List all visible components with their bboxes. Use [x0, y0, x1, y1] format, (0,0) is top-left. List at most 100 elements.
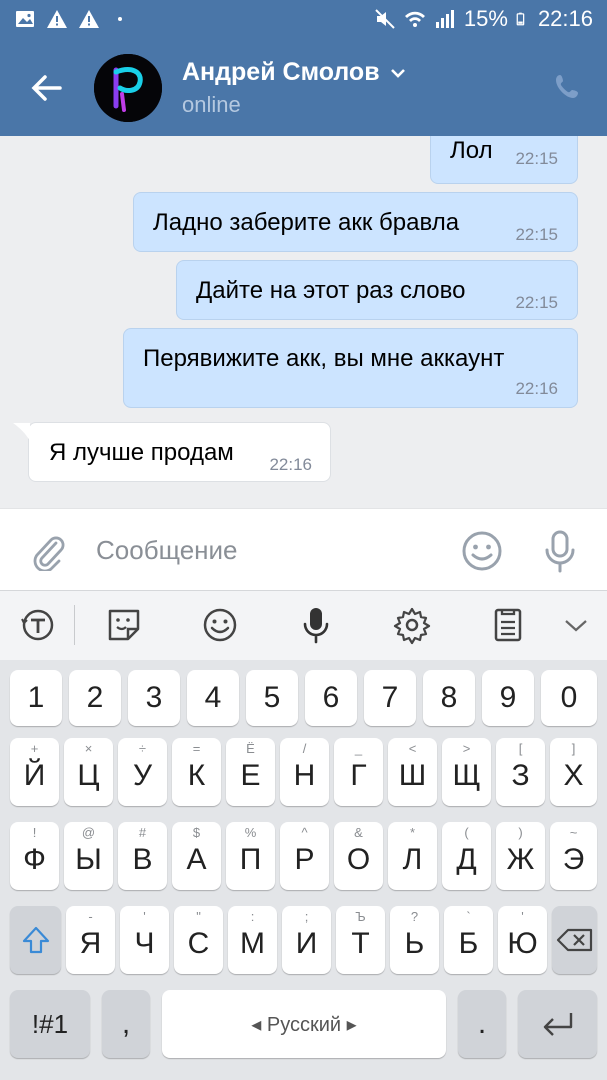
- key-letter[interactable]: ] Х: [550, 738, 597, 806]
- key-label: Ы: [75, 843, 102, 876]
- key-sub-label: ": [196, 909, 201, 924]
- key-letter[interactable]: ' Ю: [498, 906, 547, 974]
- message-bubble-incoming[interactable]: Я лучше продам 22:16: [13, 422, 331, 482]
- key-sub-label: @: [81, 825, 96, 840]
- contact-name[interactable]: Андрей Смолов: [182, 58, 406, 87]
- key-9[interactable]: 9: [482, 670, 534, 726]
- key-1[interactable]: 1: [10, 670, 62, 726]
- phone-call-icon[interactable]: [552, 72, 582, 102]
- key-letter[interactable]: * Л: [388, 822, 437, 890]
- key-letter[interactable]: [З: [496, 738, 545, 806]
- key-letter[interactable]: " С: [174, 906, 223, 974]
- key-letter[interactable]: ` Б: [444, 906, 493, 974]
- key-label: Х: [563, 759, 584, 792]
- key-letter[interactable]: ^ Р: [280, 822, 329, 890]
- key-label: П: [239, 843, 262, 876]
- attach-icon[interactable]: [28, 531, 68, 571]
- key-sub-label: &: [354, 825, 363, 840]
- clipboard-icon[interactable]: [488, 605, 528, 645]
- symbols-key[interactable]: !#1: [10, 990, 90, 1058]
- key-label: 2: [86, 681, 104, 714]
- key-0[interactable]: 0: [541, 670, 597, 726]
- message-text: Лол: [450, 137, 493, 164]
- battery-level: 15%: [463, 6, 508, 31]
- key-letter[interactable]: ЁЕ: [226, 738, 275, 806]
- key-label: Ч: [134, 927, 155, 960]
- signal-icon: [435, 10, 454, 28]
- key-5[interactable]: 5: [246, 670, 298, 726]
- enter-key[interactable]: [518, 990, 597, 1058]
- message-time: 22:15: [515, 293, 558, 312]
- key-label: Б: [458, 927, 479, 960]
- key-letter[interactable]: # В: [118, 822, 167, 890]
- avatar[interactable]: [94, 54, 162, 122]
- settings-gear-icon[interactable]: [392, 605, 432, 645]
- key-letter[interactable]: ~ Э: [550, 822, 597, 890]
- key-letter[interactable]: ' Ч: [120, 906, 169, 974]
- key-letter[interactable]: @ Ы: [64, 822, 113, 890]
- emoji-icon[interactable]: [200, 605, 240, 645]
- key-label: !#1: [31, 1008, 69, 1039]
- key-letter[interactable]: % П: [226, 822, 275, 890]
- key-2[interactable]: 2: [69, 670, 121, 726]
- key-sub-label: _: [354, 741, 363, 756]
- key-letter[interactable]: ÷ У: [118, 738, 167, 806]
- message-list[interactable]: Лол 22:15 Ладно заберите акк бравла 22:1…: [0, 136, 607, 508]
- key-letter[interactable]: ЪТ: [336, 906, 385, 974]
- chevron-down-icon[interactable]: [556, 605, 596, 645]
- back-arrow-icon[interactable]: [26, 68, 66, 108]
- key-letter[interactable]: × Ц: [64, 738, 113, 806]
- key-letter[interactable]: (Д: [442, 822, 491, 890]
- key-letter[interactable]: ; И: [282, 906, 331, 974]
- key-letter[interactable]: _ Г: [334, 738, 383, 806]
- status-bar: 15% 22:16: [0, 0, 607, 38]
- voice-input-icon[interactable]: [296, 605, 336, 645]
- key-label: И: [295, 927, 318, 960]
- key-letter[interactable]: > Щ: [442, 738, 491, 806]
- backspace-key[interactable]: [552, 906, 597, 974]
- emoji-icon[interactable]: [460, 529, 504, 573]
- key-letter[interactable]: < Ш: [388, 738, 437, 806]
- key-letter[interactable]: + Й: [10, 738, 59, 806]
- message-text: Ладно заберите акк бравла: [153, 209, 460, 236]
- message-bubble-outgoing[interactable]: Дайте на этот раз слово 22:15: [176, 260, 578, 320]
- key-letter[interactable]: -Я: [66, 906, 115, 974]
- key-letter[interactable]: = К: [172, 738, 221, 806]
- key-letter[interactable]: ! Ф: [10, 822, 59, 890]
- key-label: Д: [456, 843, 477, 876]
- key-label: Ц: [77, 759, 100, 792]
- key-sub-label: Ё: [246, 741, 255, 756]
- sticker-icon[interactable]: [104, 605, 144, 645]
- key-label: Ф: [23, 843, 46, 876]
- gallery-icon: [16, 11, 34, 27]
- onscreen-keyboard: 1 2 3 4 5 6 7 8 9 0 + Й × Ц ÷ У = К ЁЕ / Н _ Г…: [0, 660, 607, 1080]
- period-key[interactable]: .: [458, 990, 506, 1058]
- message-input[interactable]: Сообщение: [96, 535, 238, 566]
- microphone-icon[interactable]: [540, 529, 580, 573]
- message-bubble-outgoing[interactable]: Перявижите акк, вы мне аккаунт 22:16: [123, 328, 578, 408]
- key-sub-label: (: [464, 825, 469, 840]
- message-time: 22:15: [515, 149, 558, 168]
- key-label: Ж: [506, 843, 535, 876]
- shift-key[interactable]: [10, 906, 61, 974]
- key-letter[interactable]: ) Ж: [496, 822, 545, 890]
- key-8[interactable]: 8: [423, 670, 475, 726]
- key-sub-label: ~: [569, 825, 578, 840]
- key-7[interactable]: 7: [364, 670, 416, 726]
- key-3[interactable]: 3: [128, 670, 180, 726]
- key-letter[interactable]: $ А: [172, 822, 221, 890]
- key-letter[interactable]: & О: [334, 822, 383, 890]
- comma-key[interactable]: ,: [102, 990, 150, 1058]
- translate-icon[interactable]: [18, 605, 58, 645]
- key-letter[interactable]: / Н: [280, 738, 329, 806]
- message-text: Дайте на этот раз слово: [196, 277, 466, 304]
- message-bubble-outgoing[interactable]: Лол 22:15: [430, 136, 578, 184]
- key-4[interactable]: 4: [187, 670, 239, 726]
- key-sub-label: ]: [571, 741, 576, 756]
- key-letter[interactable]: ? Ь: [390, 906, 439, 974]
- message-bubble-outgoing[interactable]: Ладно заберите акк бравла 22:15: [133, 192, 578, 252]
- key-letter[interactable]: :М: [228, 906, 277, 974]
- key-6[interactable]: 6: [305, 670, 357, 726]
- key-sub-label: ^: [301, 825, 308, 840]
- space-key[interactable]: ◂ Русский ▸: [162, 990, 446, 1058]
